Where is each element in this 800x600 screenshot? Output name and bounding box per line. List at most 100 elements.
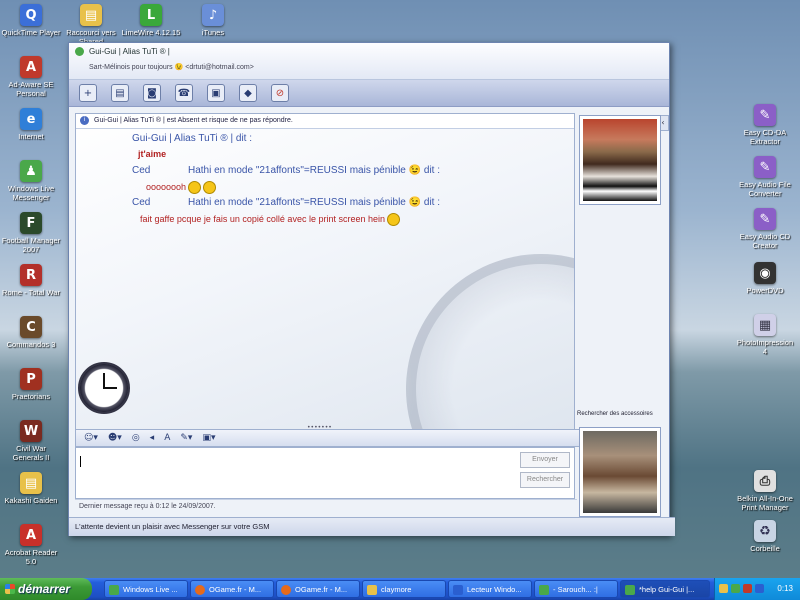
photo-icon: ▦ [754,314,776,336]
dvd-icon: ◉ [754,262,776,284]
itunes-icon: ♪ [202,4,224,26]
desktop-icon-audio-cd-creator[interactable]: ✎ Easy Audio CD Creator [734,208,796,250]
desktop-icon-adaware[interactable]: A Ad-Aware SE Personal [0,56,62,98]
messenger-window: Gui-Gui | Alias TuTi ® | Sart-Mélinois p… [68,42,675,536]
block-icon[interactable]: ⊘ [271,84,289,102]
start-button[interactable]: démarrer [0,578,92,600]
desktop-icon-praetorians[interactable]: P Praetorians [0,368,62,401]
firefox-icon [195,585,205,595]
smiley-icon [387,213,400,226]
taskbar-item[interactable]: Lecteur Windo... [448,580,532,598]
firefox-icon [281,585,291,595]
desktop-icon-limewire[interactable]: L LimeWire 4.12.15 [120,4,182,37]
internet-explorer-icon: e [20,108,42,130]
send-file-icon[interactable]: ▤ [111,84,129,102]
adaware-icon: A [20,56,42,78]
desktop-icon-recycle-bin[interactable]: ♻ Corbeille [734,520,796,553]
smiley-icon [188,181,202,194]
message-body: jt'aime [138,149,167,159]
desktop-icon-shared[interactable]: ▤ Raccourci vers Shared [60,4,122,46]
search-button[interactable]: Rechercher [520,472,570,488]
message-header: Ced Hathi en mode "21affonts"=REUSSI mai… [132,165,440,176]
taskbar-item[interactable]: - Sarouch... :| [534,580,618,598]
folder-icon: ▤ [20,472,42,494]
desktop-icon-belkin[interactable]: ⎙ Belkin All-In-One Print Manager [734,470,796,512]
smiley-icon [203,181,217,194]
desktop-icon-internet[interactable]: e Internet [0,108,62,141]
clock-background-image [406,254,574,429]
messenger-toolbar: + ▤ ◙ ☎ ▣ ◆ ⊘ [69,80,669,107]
font-icon[interactable]: A [164,433,170,443]
message-history: Gui-Gui | Alias TuTi ® | dit : jt'aime C… [76,129,574,229]
limewire-icon: L [140,4,162,26]
taskbar-item[interactable]: Windows Live ... [104,580,188,598]
windows-logo-icon [5,584,15,594]
call-icon[interactable]: ☎ [175,84,193,102]
pen-icon: ✎ [754,208,776,230]
desktop-icon-photoimpression[interactable]: ▦ PhotoImpression 4 [734,314,796,356]
desktop-icon-commandos[interactable]: C Commandos 3 [0,316,62,349]
image-icon[interactable]: ▣▾ [202,433,215,443]
accessories-label[interactable]: Rechercher des accessoires [577,411,653,417]
desktop-icon-acrobat[interactable]: A Acrobat Reader 5.0 [0,524,62,566]
wink-icon[interactable]: ☻▾ [108,433,122,443]
desktop-icon-powerdvd[interactable]: ◉ PowerDVD [734,262,796,295]
pen-icon: ✎ [754,156,776,178]
window-footer-ad[interactable]: L'attente devient un plaisir avec Messen… [69,517,675,536]
taskbar-item[interactable]: claymore [362,580,446,598]
acrobat-icon: A [20,524,42,546]
invite-icon[interactable]: + [79,84,97,102]
football-manager-icon: F [20,212,42,234]
games-icon[interactable]: ◆ [239,84,257,102]
rome-icon: R [20,264,42,286]
contact-avatar[interactable] [579,115,661,205]
desktop-icon-football-manager[interactable]: F Football Manager 2007 [0,212,62,254]
send-button[interactable]: Envoyer [520,452,570,468]
desktop-icon-cdda[interactable]: ✎ Easy CD-DA Extractor [734,104,796,146]
tray-icon[interactable] [731,584,740,593]
tray-icon[interactable] [719,584,728,593]
emoticon-icon[interactable]: ☺▾ [84,433,98,443]
recycle-bin-icon: ♻ [754,520,776,542]
message-body: fait gaffe pcque je fais un copié collé … [76,213,574,229]
desktop-icon-messenger[interactable]: ♟ Windows Live Messenger [0,160,62,202]
desktop-icon-itunes[interactable]: ♪ iTunes [182,4,244,37]
printer-icon: ⎙ [754,470,776,492]
handwriting-icon[interactable]: ✎▾ [180,433,192,443]
pen-icon: ✎ [754,104,776,126]
video-icon[interactable]: ◙ [143,84,161,102]
messenger-icon [109,585,119,595]
window-title: Gui-Gui | Alias TuTi ® | [89,47,170,56]
nudge-icon[interactable]: ◂ [150,433,155,443]
contact-subtitle: Sart-Mélinois pour toujours 😉 <drtuti@ho… [89,64,254,71]
tray-icon[interactable] [755,584,764,593]
tray-clock[interactable]: 0:13 [777,578,793,600]
commandos-icon: C [20,316,42,338]
desktop-icon-audio-converter[interactable]: ✎ Easy Audio File Converter [734,156,796,198]
info-icon: i [80,116,89,125]
taskbar: démarrer Windows Live ... OGame.fr - M..… [0,578,800,600]
taskbar-item[interactable]: OGame.fr - M... [190,580,274,598]
messenger-icon [75,47,84,56]
own-avatar[interactable] [579,427,661,517]
window-titlebar[interactable]: Gui-Gui | Alias TuTi ® | Sart-Mélinois p… [69,43,669,80]
desktop-icon-civil-war[interactable]: W Civil War Generals II [0,420,62,462]
activities-icon[interactable]: ▣ [207,84,225,102]
away-notice: i Gui-Gui | Alias TuTi ® | est Absent et… [76,114,574,129]
message-header: Ced Hathi en mode "21affonts"=REUSSI mai… [132,197,440,208]
system-tray: 0:13 [714,578,800,600]
desktop-icon-rome[interactable]: R Rome - Total War [0,264,62,297]
desktop-icon-quicktime[interactable]: Q QuickTime Player [0,4,62,37]
folder-icon: ▤ [80,4,102,26]
messenger-icon [539,585,549,595]
background-icon[interactable]: ◎ [132,433,140,443]
tray-icon[interactable] [743,584,752,593]
stopwatch-image [78,362,130,414]
conversation-pane: i Gui-Gui | Alias TuTi ® | est Absent et… [75,113,575,430]
taskbar-item[interactable]: OGame.fr - M... [276,580,360,598]
message-input[interactable]: Envoyer Rechercher [75,447,575,499]
taskbar-item-active[interactable]: *help Gui-Gui |... [620,580,710,598]
desktop-icon-kakashi[interactable]: ▤ Kakashi Gaiden [0,472,62,505]
message-header: Gui-Gui | Alias TuTi ® | dit : [132,133,253,144]
status-bar: Dernier message reçu à 0:12 le 24/09/200… [75,499,577,514]
